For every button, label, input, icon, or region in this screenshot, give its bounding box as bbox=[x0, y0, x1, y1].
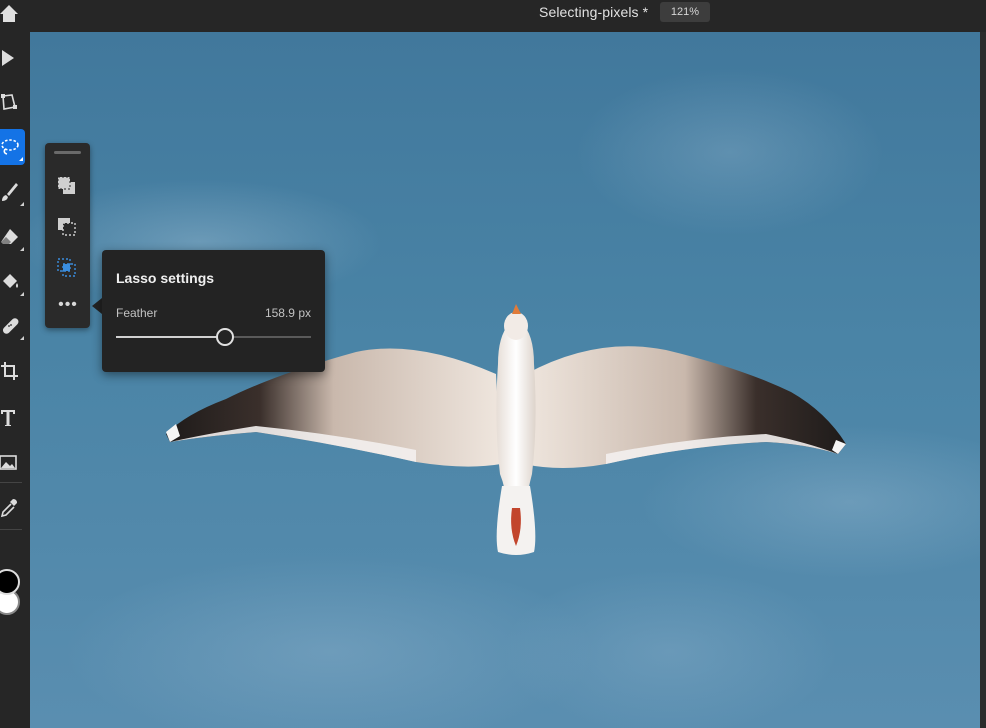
brush-icon bbox=[2, 183, 18, 201]
subtract-from-selection-button[interactable] bbox=[55, 215, 79, 239]
more-options-button[interactable]: ••• bbox=[56, 297, 80, 313]
transform-icon bbox=[1, 94, 17, 110]
tool-submenu-indicator bbox=[20, 202, 24, 206]
feather-slider-thumb[interactable] bbox=[216, 328, 235, 346]
image-icon bbox=[0, 455, 17, 470]
arrow-pointer-icon bbox=[2, 50, 14, 66]
canvas-edge bbox=[980, 32, 986, 728]
tool-submenu-indicator bbox=[19, 157, 23, 161]
tool-submenu-indicator bbox=[20, 292, 24, 296]
toolbar-divider bbox=[0, 482, 22, 483]
crop-tool-button[interactable] bbox=[0, 354, 26, 390]
document-canvas[interactable] bbox=[30, 32, 980, 728]
paint-bucket-icon bbox=[3, 274, 18, 288]
intersect-selection-button[interactable] bbox=[55, 256, 79, 280]
tool-submenu-indicator bbox=[20, 247, 24, 251]
bandage-icon bbox=[2, 318, 19, 334]
lasso-tool-button[interactable] bbox=[0, 129, 25, 165]
selection-options-panel: ••• bbox=[45, 143, 90, 328]
eraser-icon bbox=[1, 229, 18, 244]
type-tool-button[interactable] bbox=[0, 400, 26, 436]
crop-icon bbox=[1, 362, 18, 380]
feather-label: Feather bbox=[116, 306, 158, 320]
type-icon bbox=[1, 410, 15, 426]
feather-slider-fill bbox=[116, 336, 226, 338]
popover-arrow bbox=[92, 298, 102, 314]
lasso-icon bbox=[1, 139, 19, 155]
fill-tool-button[interactable] bbox=[0, 264, 26, 300]
transform-tool-button[interactable] bbox=[0, 84, 26, 120]
top-bar: Selecting-pixels * 121% bbox=[0, 0, 986, 32]
add-to-selection-icon bbox=[57, 176, 75, 194]
foreground-color-swatch[interactable] bbox=[0, 569, 20, 595]
subtract-from-selection-icon bbox=[58, 218, 76, 236]
place-image-tool-button[interactable] bbox=[0, 445, 26, 481]
document-title: Selecting-pixels * bbox=[539, 4, 649, 20]
healing-tool-button[interactable] bbox=[0, 308, 26, 344]
left-toolbar bbox=[0, 32, 30, 728]
feather-slider[interactable] bbox=[116, 328, 311, 346]
tool-submenu-indicator bbox=[20, 336, 24, 340]
eraser-tool-button[interactable] bbox=[0, 219, 26, 255]
popover-title: Lasso settings bbox=[116, 270, 215, 286]
eyedropper-icon bbox=[0, 499, 17, 518]
home-icon[interactable] bbox=[0, 2, 18, 26]
eyedropper-tool-button[interactable] bbox=[0, 490, 26, 526]
feather-value[interactable]: 158.9 px bbox=[265, 306, 311, 320]
move-tool-button[interactable] bbox=[0, 40, 26, 76]
panel-drag-handle[interactable] bbox=[54, 151, 81, 154]
zoom-level-button[interactable]: 121% bbox=[660, 2, 710, 22]
toolbar-divider bbox=[0, 529, 22, 530]
lasso-settings-popover: Lasso settings Feather 158.9 px bbox=[102, 250, 325, 372]
add-to-selection-button[interactable] bbox=[55, 174, 79, 198]
intersect-selection-icon bbox=[57, 258, 76, 277]
brush-tool-button[interactable] bbox=[0, 174, 26, 210]
